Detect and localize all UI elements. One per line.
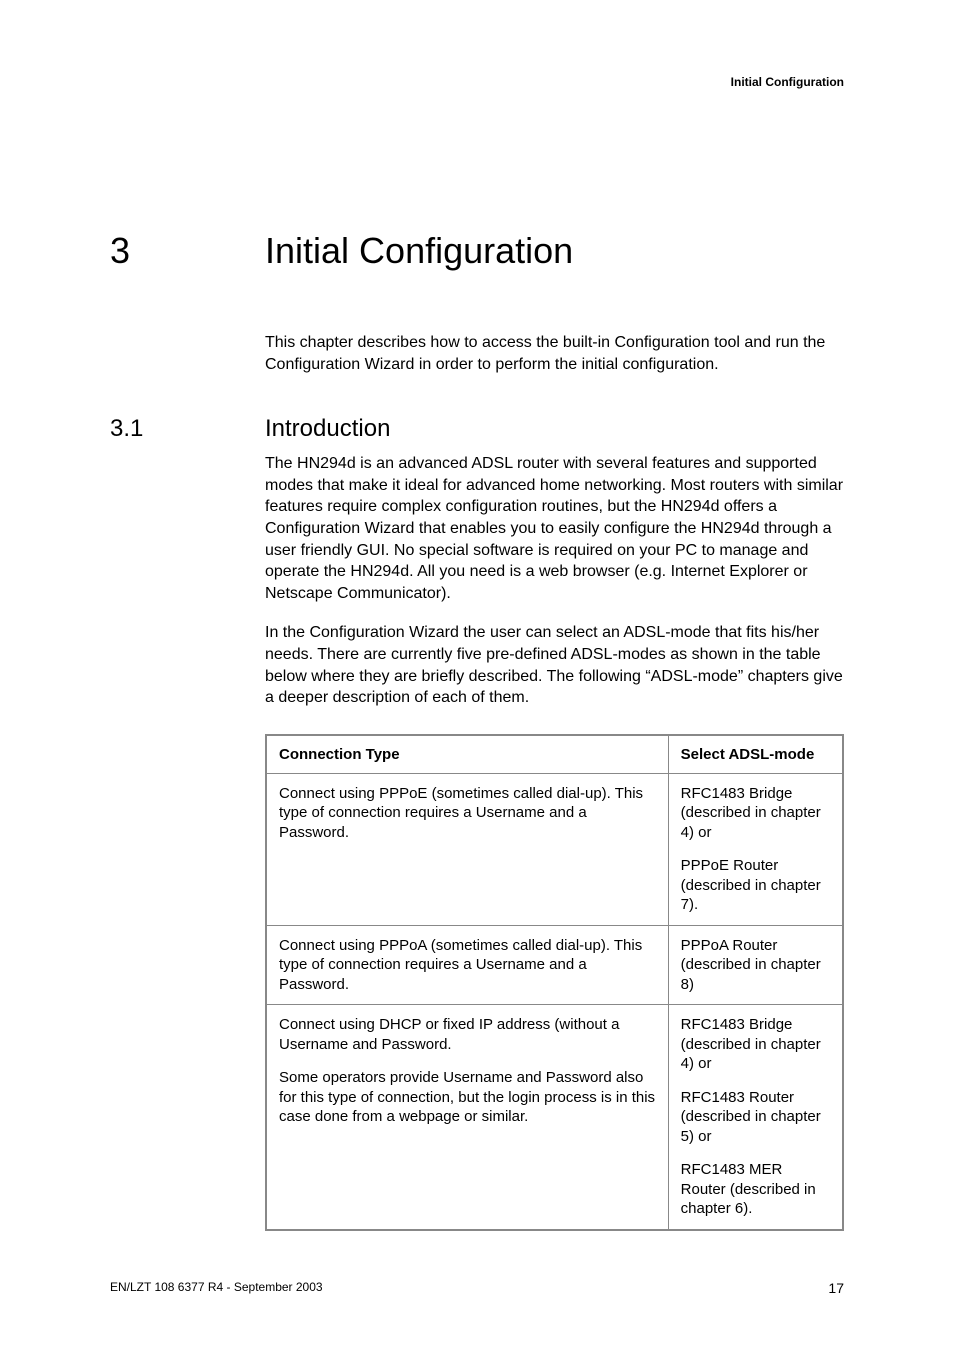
section-title: Introduction	[265, 415, 390, 443]
table-cell: Connect using PPPoE (sometimes called di…	[266, 773, 668, 925]
chapter-heading: 3 Initial Configuration	[110, 230, 844, 272]
cell-text: Connect using PPPoE (sometimes called di…	[279, 784, 656, 843]
cell-text: Connect using DHCP or fixed IP address (…	[279, 1015, 656, 1054]
cell-text: RFC1483 Bridge (described in chapter 4) …	[681, 784, 830, 843]
table-header-select-mode: Select ADSL-mode	[668, 735, 843, 774]
table-header-connection-type: Connection Type	[266, 735, 668, 774]
cell-text: RFC1483 MER Router (described in chapter…	[681, 1160, 830, 1219]
chapter-number: 3	[110, 230, 265, 272]
adsl-modes-table: Connection Type Select ADSL-mode Connect…	[265, 734, 844, 1231]
table-row: Connect using PPPoA (sometimes called di…	[266, 925, 843, 1005]
table-cell: PPPoA Router (described in chapter 8)	[668, 925, 843, 1005]
chapter-title: Initial Configuration	[265, 230, 573, 272]
table-row: Connect using DHCP or fixed IP address (…	[266, 1005, 843, 1230]
footer-doc-id: EN/LZT 108 6377 R4 - September 2003	[110, 1280, 323, 1296]
table-cell: RFC1483 Bridge (described in chapter 4) …	[668, 773, 843, 925]
body-paragraph: The HN294d is an advanced ADSL router wi…	[265, 453, 844, 604]
table-cell: Connect using PPPoA (sometimes called di…	[266, 925, 668, 1005]
running-header: Initial Configuration	[731, 75, 844, 89]
cell-text: PPPoA Router (described in chapter 8)	[681, 936, 830, 995]
intro-paragraph: This chapter describes how to access the…	[265, 332, 844, 375]
table-cell: Connect using DHCP or fixed IP address (…	[266, 1005, 668, 1230]
section-number: 3.1	[110, 415, 265, 443]
body-paragraph: In the Configuration Wizard the user can…	[265, 622, 844, 708]
section-heading: 3.1 Introduction	[110, 415, 844, 443]
cell-text: PPPoE Router (described in chapter 7).	[681, 856, 830, 915]
footer-page-number: 17	[828, 1280, 844, 1296]
table-row: Connect using PPPoE (sometimes called di…	[266, 773, 843, 925]
cell-text: Connect using PPPoA (sometimes called di…	[279, 936, 656, 995]
cell-text: Some operators provide Username and Pass…	[279, 1068, 656, 1127]
table-cell: RFC1483 Bridge (described in chapter 4) …	[668, 1005, 843, 1230]
cell-text: RFC1483 Bridge (described in chapter 4) …	[681, 1015, 830, 1074]
page-footer: EN/LZT 108 6377 R4 - September 2003 17	[110, 1280, 844, 1296]
cell-text: RFC1483 Router (described in chapter 5) …	[681, 1088, 830, 1147]
